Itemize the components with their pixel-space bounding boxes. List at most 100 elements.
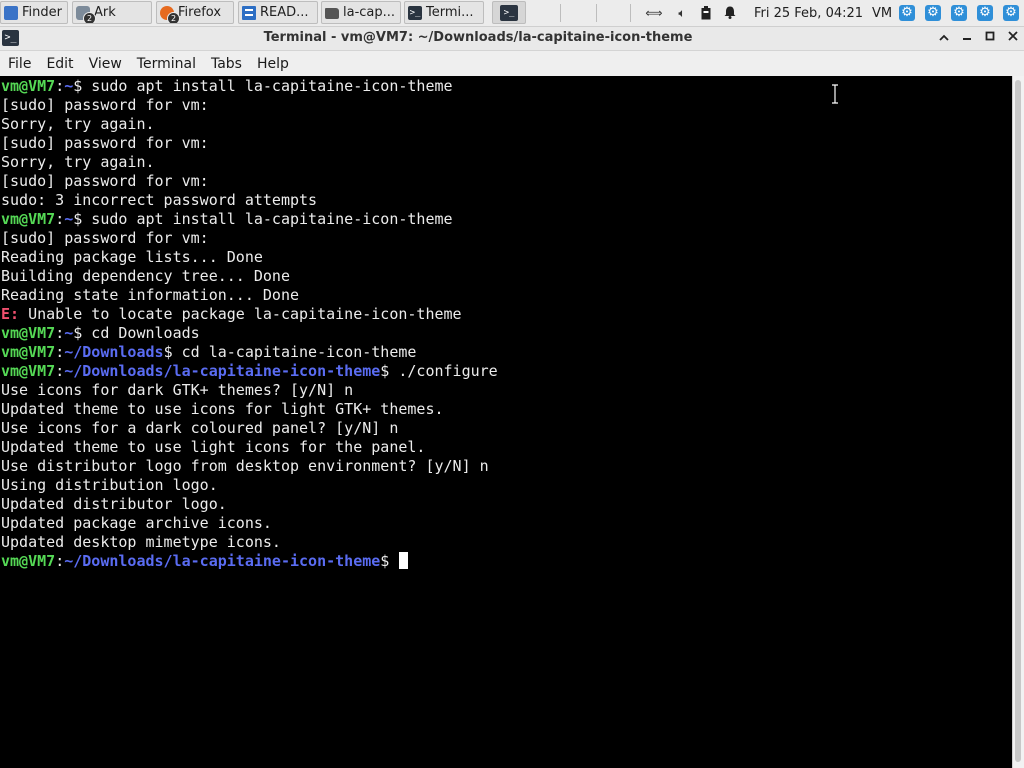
window-title: Terminal - vm@VM7: ~/Downloads/la-capita… [263,30,693,45]
notification-bell-icon[interactable] [723,6,737,20]
error-line: E: Unable to locate package la-capitaine… [0,305,1012,324]
menu-help[interactable]: Help [249,56,296,72]
menu-terminal[interactable]: Terminal [129,56,203,72]
prompt-symbol: $ [73,210,83,228]
output-text: [sudo] password for vm: [1,96,209,114]
command-text: cd la-capitaine-icon-theme [172,343,417,361]
taskbar-label: Ark [94,5,116,20]
restore-icon[interactable] [981,29,999,47]
user-name: VM [872,5,893,21]
output-line: Use icons for dark GTK+ themes? [y/N] n [0,381,1012,400]
prompt-path: ~ [64,77,74,95]
taskbar-label: Firefox [178,5,222,20]
gear-icon[interactable]: ⚙ [951,5,967,21]
clock[interactable]: Fri 25 Feb, 04:21 [754,3,863,23]
output-text: Reading state information... Done [1,286,300,304]
output-line: Reading package lists... Done [0,248,1012,267]
system-tray: ⟺ 🔈︎ [638,3,742,23]
output-text: [sudo] password for vm: [1,172,209,190]
close-icon[interactable] [1004,29,1022,47]
output-text: Updated theme to use light icons for the… [1,438,426,456]
prompt-line: vm@VM7:~$ sudo apt install la-capitaine-… [0,77,1012,96]
output-text: Updated theme to use icons for light GTK… [1,400,444,418]
output-text: Use distributor logo from desktop enviro… [1,457,489,475]
gear-icon[interactable]: ⚙ [899,5,915,21]
output-text: [sudo] password for vm: [1,229,209,247]
gear-icon[interactable]: ⚙ [925,5,941,21]
gear-icon[interactable]: ⚙ [1003,5,1019,21]
terminal-output[interactable]: vm@VM7:~$ sudo apt install la-capitaine-… [0,76,1012,768]
error-text: Unable to locate package la-capitaine-ic… [19,305,462,323]
scrollbar-thumb[interactable] [1015,80,1021,762]
menu-view[interactable]: View [81,56,129,72]
volume-icon[interactable]: 🔈︎ [675,6,689,20]
output-line: [sudo] password for vm: [0,96,1012,115]
output-line: sudo: 3 incorrect password attempts [0,191,1012,210]
prompt-line: vm@VM7:~/Downloads/la-capitaine-icon-the… [0,362,1012,381]
command-text: cd Downloads [82,324,200,342]
command-text [389,552,398,570]
output-text: Use icons for dark GTK+ themes? [y/N] n [1,381,354,399]
menu-bar: File Edit View Terminal Tabs Help [0,51,1024,76]
prompt-symbol: $ [380,362,390,380]
output-line: [sudo] password for vm: [0,172,1012,191]
prompt-symbol: $ [163,343,173,361]
output-text: Updated distributor logo. [1,495,227,513]
prompt-user: vm@VM7 [1,552,56,570]
taskbar-button-finder[interactable]: Finder [0,1,68,24]
taskbar-button-firefox[interactable]: 2 Firefox [156,1,234,24]
panel-separator [630,4,631,22]
minimize-icon[interactable] [958,29,976,47]
output-line: Use distributor logo from desktop enviro… [0,457,1012,476]
prompt-separator: : [55,343,65,361]
window-titlebar[interactable]: >_ Terminal - vm@VM7: ~/Downloads/la-cap… [0,27,1024,51]
prompt-separator: : [55,210,65,228]
prompt-path: ~/Downloads [64,343,164,361]
maximize-chevron-icon[interactable] [935,29,953,47]
taskbar-button-folder[interactable]: la-cap... [321,1,401,24]
taskbar-button-ark[interactable]: 2 Ark [72,1,152,24]
panel-separator [596,4,597,22]
menu-tabs[interactable]: Tabs [203,56,249,72]
menu-file[interactable]: File [0,56,38,72]
output-line: [sudo] password for vm: [0,229,1012,248]
tray-apps: ⚙ ⚙ ⚙ ⚙ ⚙ [894,3,1024,23]
battery-icon[interactable] [699,6,713,20]
output-line: Use icons for a dark coloured panel? [y/… [0,419,1012,438]
prompt-user: vm@VM7 [1,343,56,361]
firefox-icon: 2 [160,5,180,23]
terminal-cursor [399,552,409,569]
output-line: Sorry, try again. [0,115,1012,134]
taskbar-label: Finder [22,5,62,20]
prompt-line: vm@VM7:~/Downloads$ cd la-capitaine-icon… [0,343,1012,362]
taskbar-button-readme[interactable]: READ... [238,1,318,24]
output-line: Updated desktop mimetype icons. [0,533,1012,552]
prompt-symbol: $ [73,324,83,342]
output-text: Reading package lists... Done [1,248,263,266]
prompt-user: vm@VM7 [1,210,56,228]
menu-edit[interactable]: Edit [38,56,80,72]
document-icon [242,5,256,20]
scrollbar[interactable] [1012,76,1024,768]
launcher-terminal-button[interactable]: >_ [492,1,526,24]
prompt-user: vm@VM7 [1,324,56,342]
prompt-symbol: $ [380,552,390,570]
prompt-line: vm@VM7:~/Downloads/la-capitaine-icon-the… [0,552,1012,571]
output-line: Reading state information... Done [0,286,1012,305]
prompt-path: ~ [64,324,74,342]
prompt-line: vm@VM7:~$ cd Downloads [0,324,1012,343]
prompt-path: ~/Downloads/la-capitaine-icon-theme [64,552,381,570]
output-line: Updated theme to use icons for light GTK… [0,400,1012,419]
output-text: Using distribution logo. [1,476,218,494]
output-text: Sorry, try again. [1,115,155,133]
gear-icon[interactable]: ⚙ [977,5,993,21]
output-text: Use icons for a dark coloured panel? [y/… [1,419,399,437]
network-icon[interactable]: ⟺ [643,6,665,20]
taskbar-label: READ... [260,5,309,20]
output-line: [sudo] password for vm: [0,134,1012,153]
user-menu[interactable]: VM [872,3,892,23]
prompt-user: vm@VM7 [1,362,56,380]
taskbar-button-terminal[interactable]: >_ Termi... [404,1,484,24]
top-panel: Finder 2 Ark 2 Firefox READ... la-cap...… [0,0,1024,27]
taskbar-label: Termi... [426,5,474,20]
